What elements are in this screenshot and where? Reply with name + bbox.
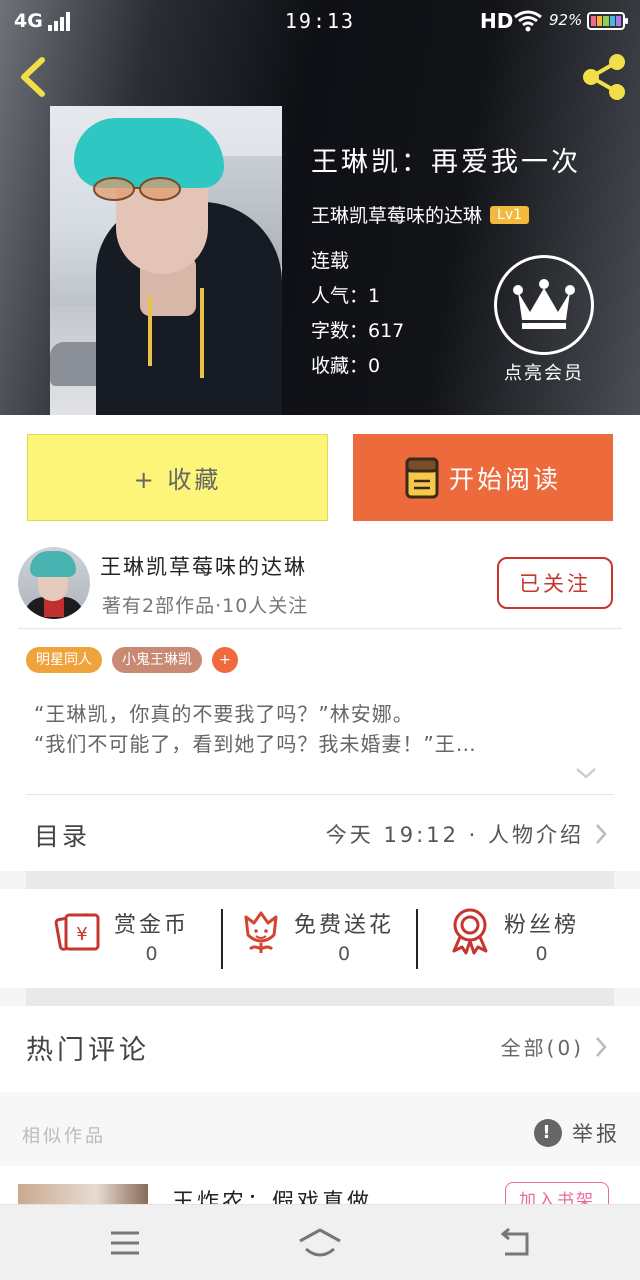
crown-icon	[494, 255, 594, 355]
battery-percent: 92%	[549, 11, 583, 29]
divider	[18, 628, 622, 629]
collect-button[interactable]: + 收藏	[27, 434, 328, 521]
hot-comments-label: 热门评论	[26, 1035, 150, 1066]
table-of-contents-row[interactable]: 目录 今天 19:12 · 人物介绍	[0, 795, 640, 871]
book-title: 王琳凯：再爱我一次	[311, 147, 581, 178]
synopsis-line-2: “我们不可能了，看到她了吗？我未婚妻！”王…	[34, 732, 477, 756]
exclamation-icon: !	[534, 1119, 562, 1147]
status-bar: 4G 19:13 HD 92%	[0, 0, 640, 42]
section-gap	[26, 988, 614, 1006]
fan-ranking[interactable]: 粉丝榜 0	[448, 907, 579, 971]
reward-coins-value: 0	[145, 943, 158, 965]
add-tag-button[interactable]: +	[212, 647, 238, 673]
gold-coin-icon: ¥	[54, 913, 100, 951]
share-icon[interactable]	[578, 52, 630, 102]
book-header: 4G 19:13 HD 92% 王琳凯：再爱我一次 王琳凯草莓味的达琳 Lv1 …	[0, 0, 640, 415]
author-section: 王琳凯草莓味的达琳 著有2部作品·10人关注 已关注 明星同人 小鬼王琳凯 + …	[0, 539, 640, 795]
clock: 19:13	[284, 9, 356, 33]
battery-icon	[587, 12, 628, 30]
start-reading-label: 开始阅读	[448, 464, 561, 494]
wifi-icon	[514, 10, 542, 32]
tag-star-fanfic[interactable]: 明星同人	[26, 647, 102, 673]
synopsis-line-1: “王琳凯，你真的不要我了吗？”林安娜。	[34, 702, 414, 726]
system-nav-bar	[0, 1204, 640, 1280]
action-bar: + 收藏 开始阅读	[0, 415, 640, 539]
hot-comments-row[interactable]: 热门评论 全部(0)	[0, 1006, 640, 1092]
reward-coins-label: 赏金币	[114, 913, 190, 938]
flower-icon	[244, 911, 278, 953]
author-avatar[interactable]	[18, 547, 90, 619]
toc-latest: 今天 19:12 · 人物介绍	[326, 819, 608, 849]
book-icon	[405, 457, 439, 498]
author-card-name[interactable]: 王琳凯草莓味的达琳	[100, 551, 307, 581]
report-button[interactable]: ! 举报	[534, 1118, 620, 1148]
separator	[416, 909, 418, 969]
vip-label: 点亮会员	[504, 363, 584, 384]
tag-list: 明星同人 小鬼王琳凯 +	[26, 647, 238, 673]
chevron-down-icon[interactable]	[574, 765, 598, 781]
home-icon[interactable]	[298, 1223, 342, 1263]
level-badge: Lv1	[490, 205, 530, 224]
similar-works-label: 相似作品	[22, 1126, 106, 1147]
author-card-subtitle: 著有2部作品·10人关注	[102, 595, 309, 617]
section-gap	[26, 871, 614, 889]
fan-ranking-value: 0	[535, 943, 548, 965]
free-flowers-value: 0	[337, 943, 351, 965]
followed-button[interactable]: 已关注	[497, 557, 613, 609]
svg-text:¥: ¥	[76, 924, 87, 945]
author-name[interactable]: 王琳凯草莓味的达琳	[311, 201, 482, 228]
author-row: 王琳凯草莓味的达琳 Lv1	[311, 201, 631, 228]
menu-icon[interactable]	[103, 1223, 147, 1263]
all-comments-text: 全部(0)	[500, 1036, 584, 1060]
synopsis[interactable]: “王琳凯，你真的不要我了吗？”林安娜。 “我们不可能了，看到她了吗？我未婚妻！”…	[34, 699, 604, 759]
fan-ranking-label: 粉丝榜	[504, 913, 580, 938]
report-label: 举报	[572, 1122, 620, 1146]
toc-latest-text: 今天 19:12 · 人物介绍	[325, 823, 584, 847]
chevron-right-icon	[596, 824, 607, 844]
separator	[221, 909, 223, 969]
back-icon[interactable]	[493, 1223, 537, 1263]
reward-coins[interactable]: ¥ 赏金币 0	[54, 907, 189, 971]
tag-character[interactable]: 小鬼王琳凯	[112, 647, 202, 673]
free-flowers-label: 免费送花	[294, 913, 395, 938]
start-reading-button[interactable]: 开始阅读	[353, 434, 613, 521]
chevron-right-icon	[596, 1036, 607, 1057]
book-cover-image[interactable]	[50, 106, 282, 415]
hd-indicator: HD	[480, 9, 514, 33]
free-flowers[interactable]: 免费送花 0	[240, 907, 394, 971]
stats-row: ¥ 赏金币 0 免费送花 0 粉丝榜 0	[0, 889, 640, 988]
all-comments-link[interactable]: 全部(0)	[501, 1032, 608, 1061]
vip-button[interactable]: 点亮会员	[492, 255, 596, 385]
similar-works-header: 相似作品 ! 举报	[0, 1092, 640, 1166]
toc-label: 目录	[34, 822, 91, 851]
back-arrow-icon[interactable]	[14, 54, 54, 100]
rank-medal-icon	[452, 908, 488, 955]
